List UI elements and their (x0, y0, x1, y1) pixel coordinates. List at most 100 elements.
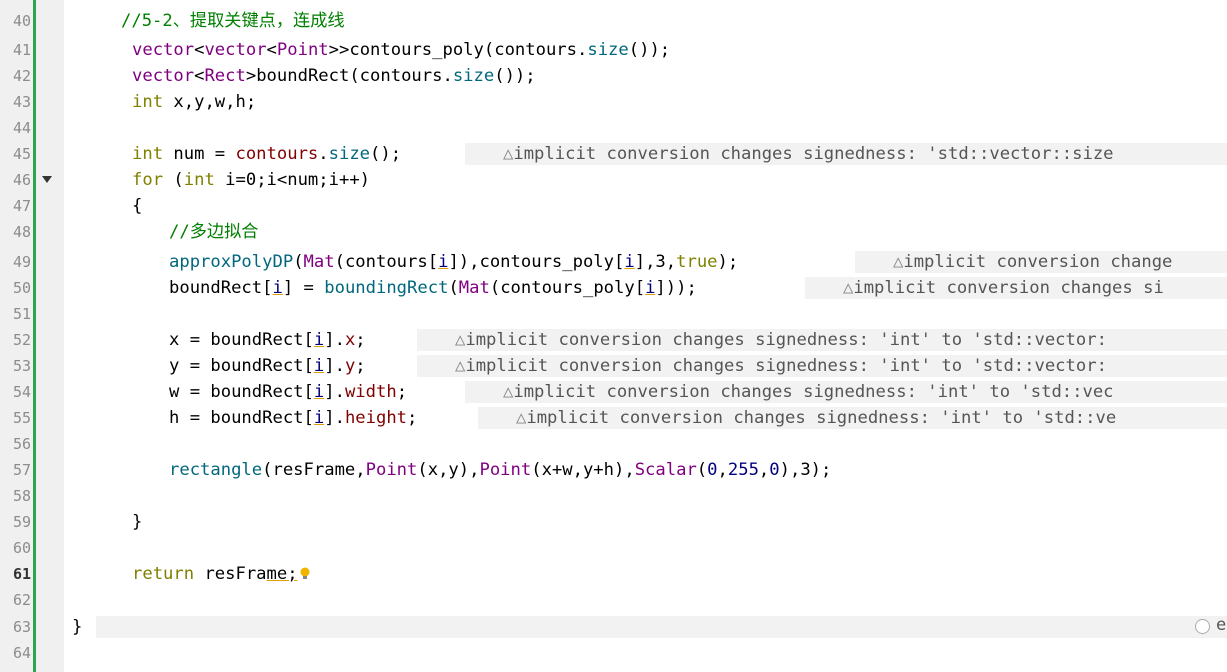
keyword-token: true (676, 252, 718, 272)
keyword-token: for (132, 170, 164, 190)
code-line[interactable]: 53 y = boundRect[i].y; △implicit convers… (0, 353, 1227, 379)
code-text[interactable]: } (132, 509, 142, 535)
token: ; (396, 382, 408, 402)
token: ( (163, 170, 184, 190)
code-line[interactable]: 51 (0, 301, 1227, 327)
code-line[interactable]: 42 vector<Rect>boundRect(contours.size()… (0, 63, 1227, 89)
inline-warning[interactable]: △implicit conversion changes signedness:… (478, 407, 1227, 429)
warning-text: implicit conversion changes signedness: … (513, 382, 1114, 402)
token: i (313, 382, 325, 402)
code-line[interactable]: 64 (0, 640, 1227, 666)
token: ; (355, 330, 366, 350)
number-token: 0 (769, 460, 780, 480)
warning-triangle-icon: △ (455, 356, 466, 376)
warning-triangle-icon: △ (516, 408, 527, 428)
code-text[interactable]: for (int i=0;i<num;i++) (132, 167, 370, 193)
line-number: 61 (12, 565, 31, 583)
type-token: vector (132, 40, 195, 60)
inline-warning[interactable]: △implicit conversion changes signedness:… (417, 355, 1227, 377)
token: i (272, 278, 283, 298)
function-token: boundingRect (324, 278, 449, 298)
code-text[interactable]: int x,y,w,h; (132, 89, 256, 115)
code-line[interactable]: 50 boundRect[i] = boundingRect(Mat(conto… (0, 275, 1227, 301)
line-number: 45 (12, 145, 31, 163)
line-number: 48 (12, 223, 31, 241)
code-text[interactable]: w = boundRect[i].width; (169, 379, 407, 405)
warning-text: implicit conversion changes signedness: … (526, 408, 1117, 428)
number-token: 255 (727, 460, 759, 480)
line-number: 64 (12, 644, 31, 662)
token: ] = (282, 278, 325, 298)
code-line[interactable]: 44 (0, 115, 1227, 141)
code-line[interactable]: 48 //多边拟合 (0, 219, 1227, 245)
token: ( (293, 252, 304, 272)
field-token: x (344, 330, 356, 350)
code-text[interactable]: { (132, 193, 142, 219)
inline-warning[interactable]: △implicit conversion changes signedness:… (465, 143, 1227, 165)
code-line[interactable]: 56 (0, 431, 1227, 457)
token: , (758, 460, 770, 480)
code-line-current[interactable]: 61 return resFrame; (0, 561, 1227, 587)
code-line[interactable]: 47 { (0, 193, 1227, 219)
code-text[interactable]: } (72, 614, 82, 640)
code-text[interactable]: return resFrame; (132, 561, 312, 587)
line-number: 56 (12, 435, 31, 453)
code-line[interactable]: 52 x = boundRect[i].x; △implicit convers… (0, 327, 1227, 353)
code-text[interactable]: approxPolyDP(Mat(contours[i]),contours_p… (169, 249, 738, 275)
token: ; (407, 408, 418, 428)
code-line[interactable]: 45 int num = contours.size(); △implicit … (0, 141, 1227, 167)
code-line[interactable]: 46 for (int i=0;i<num;i++) (0, 167, 1227, 193)
line-number: 59 (12, 513, 31, 531)
line-number: 63 (12, 618, 31, 636)
annotation-text: e (1216, 615, 1227, 635)
code-text[interactable]: h = boundRect[i].height; (169, 405, 417, 431)
token: ()); (494, 66, 536, 86)
lightbulb-icon[interactable] (298, 565, 312, 583)
code-text[interactable]: y = boundRect[i].y; (169, 353, 366, 379)
code-text[interactable]: rectangle(resFrame,Point(x,y),Point(x+w,… (169, 457, 831, 483)
code-text[interactable]: vector<vector<Point>>contours_poly(conto… (132, 37, 670, 63)
code-text[interactable]: boundRect[i] = boundingRect(Mat(contours… (169, 275, 697, 301)
code-line[interactable]: 58 (0, 483, 1227, 509)
token: (contours_poly[ (489, 278, 646, 298)
inline-warning[interactable]: △implicit conversion changes signedness:… (417, 329, 1227, 351)
code-line[interactable]: 40 //5-2、提取关键点，连成线 (0, 8, 1227, 34)
token: (); (370, 144, 402, 164)
inline-annotation[interactable] (96, 616, 1227, 638)
line-number: 52 (12, 331, 31, 349)
token: x = boundRect[ (169, 330, 314, 350)
fold-arrow-icon[interactable] (42, 176, 52, 183)
code-text[interactable]: x = boundRect[i].x; (169, 327, 366, 353)
inline-warning[interactable]: △implicit conversion change (855, 251, 1227, 273)
code-line[interactable]: 55 h = boundRect[i].height; △implicit co… (0, 405, 1227, 431)
token: ); (717, 252, 739, 272)
field-token: y (344, 356, 356, 376)
code-line[interactable]: 41 vector<vector<Point>>contours_poly(co… (0, 37, 1227, 63)
inline-warning[interactable]: △implicit conversion changes si (805, 277, 1227, 299)
line-number: 41 (12, 41, 31, 59)
code-text[interactable]: int num = contours.size(); (132, 141, 401, 167)
code-text[interactable]: //5-2、提取关键点，连成线 (121, 8, 345, 34)
code-line[interactable]: 57 rectangle(resFrame,Point(x,y),Point(x… (0, 457, 1227, 483)
code-line[interactable]: 63 } e (0, 614, 1227, 640)
code-line[interactable]: 59 } (0, 509, 1227, 535)
type-token: vector (132, 66, 195, 86)
function-token: rectangle (169, 460, 263, 480)
token: ]. (324, 408, 345, 428)
code-line[interactable]: 62 (0, 587, 1227, 613)
code-line[interactable]: 54 w = boundRect[i].width; △implicit con… (0, 379, 1227, 405)
code-text[interactable]: //多边拟合 (169, 219, 258, 245)
line-number: 50 (12, 279, 31, 297)
token: me; (266, 564, 298, 584)
code-line[interactable]: 60 (0, 535, 1227, 561)
code-line[interactable]: 43 int x,y,w,h; (0, 89, 1227, 115)
token: . (318, 144, 329, 164)
warning-text: implicit conversion changes signedness: … (465, 356, 1107, 376)
code-editor[interactable]: 40 //5-2、提取关键点，连成线 41 vector<vector<Poin… (0, 0, 1227, 672)
line-number: 58 (12, 487, 31, 505)
code-line[interactable]: 49 approxPolyDP(Mat(contours[i]),contour… (0, 249, 1227, 275)
inline-warning[interactable]: △implicit conversion changes signedness:… (465, 381, 1227, 403)
warning-text: implicit conversion changes si (853, 278, 1164, 298)
number-token: 0 (707, 460, 718, 480)
code-text[interactable]: vector<Rect>boundRect(contours.size()); (132, 63, 536, 89)
